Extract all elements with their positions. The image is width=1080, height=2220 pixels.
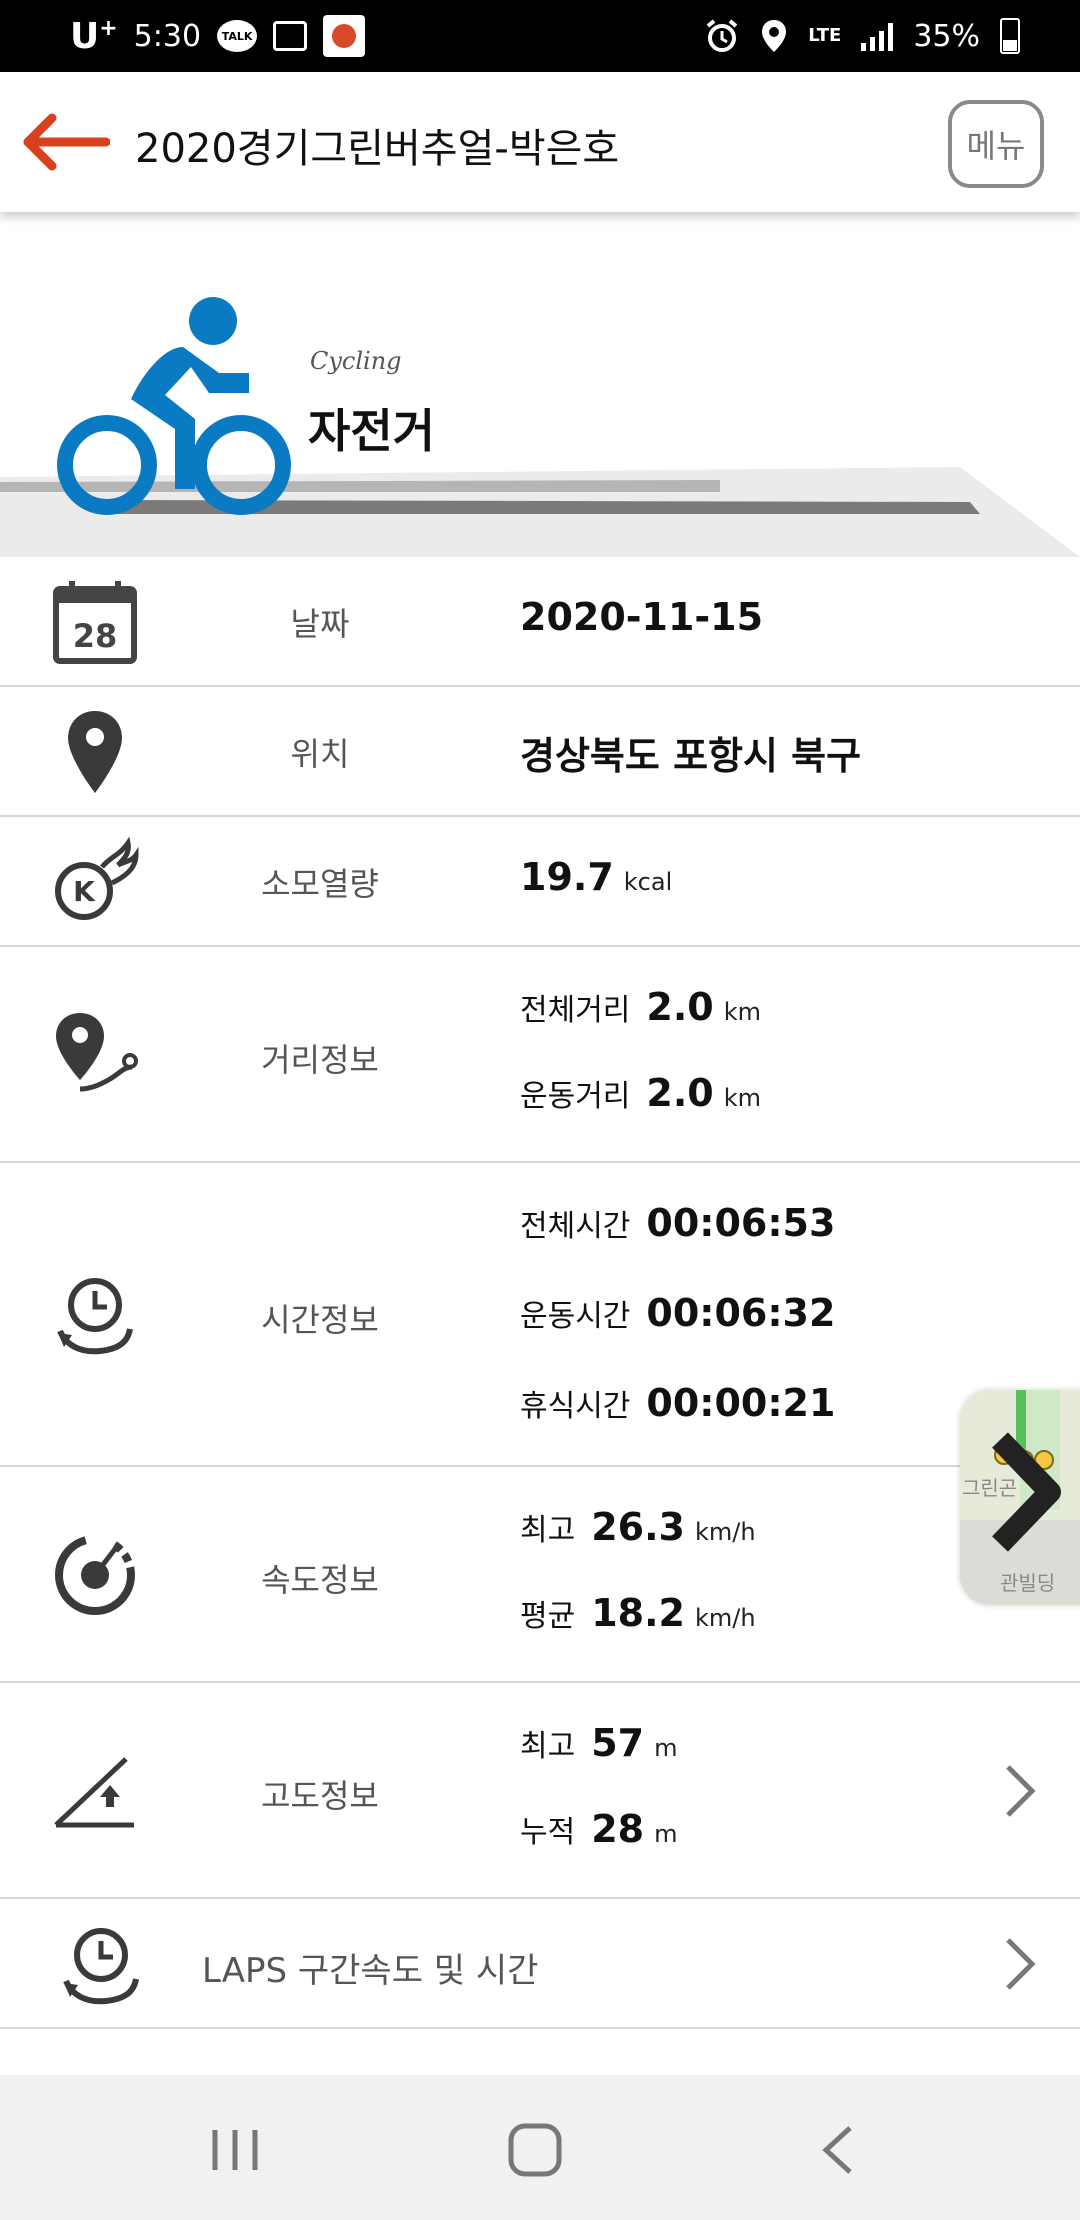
speed-label: 속도정보 — [261, 1561, 379, 1599]
altitude-label: 고도정보 — [261, 1777, 379, 1815]
svg-text:28: 28 — [73, 617, 118, 655]
kakaotalk-icon: TALK — [217, 20, 258, 52]
activity-subtitle: Cycling — [310, 347, 402, 375]
laps-row[interactable]: LAPS 구간속도 및 시간 — [0, 1899, 1080, 2029]
chevron-right-icon — [1006, 1938, 1036, 1990]
back-nav-icon[interactable] — [810, 2120, 870, 2180]
date-row: 28 날짜 2020-11-15 — [0, 557, 1080, 687]
battery-icon — [1000, 18, 1020, 54]
page-title: 2020경기그린버추얼-박은호 — [135, 126, 620, 172]
svg-text:K: K — [73, 875, 96, 908]
cycling-icon — [57, 297, 291, 515]
svg-text:그린곤: 그린곤 — [962, 1476, 1017, 1500]
status-bar: U+ 5:30 TALK LTE 35% — [0, 0, 1080, 72]
activity-title: 자전거 — [308, 404, 435, 458]
status-time: 5:30 — [133, 18, 202, 54]
location-icon — [762, 20, 787, 52]
svg-text:관빌딩: 관빌딩 — [1000, 1571, 1055, 1595]
distance-label: 거리정보 — [261, 1041, 379, 1079]
distance-row: 거리정보 전체거리 2.0 km 운동거리 2.0 km — [0, 947, 1080, 1163]
speedometer-icon — [55, 1535, 135, 1615]
max-altitude: 최고 57 m — [520, 1721, 678, 1765]
app-notification-icon — [323, 15, 366, 57]
total-time: 전체시간 00:06:53 — [520, 1201, 836, 1245]
calendar-icon: 28 — [53, 581, 137, 664]
network-type: LTE — [808, 25, 842, 46]
activity-info-list: 28 날짜 2020-11-15 위치 경상북도 포항시 북구 K 소모열량 1… — [0, 557, 1080, 2089]
gallery-icon — [273, 21, 308, 51]
distance-route-icon — [56, 1013, 138, 1092]
recent-apps-icon[interactable] — [205, 2120, 265, 2180]
exercise-distance: 운동거리 2.0 km — [520, 1071, 762, 1115]
date-label: 날짜 — [290, 605, 350, 643]
app-bar: 2020경기그린버추얼-박은호 메뉴 — [0, 72, 1080, 212]
calorie-flame-icon: K — [55, 837, 139, 920]
time-row: 시간정보 전체시간 00:06:53 운동시간 00:06:32 휴식시간 00:00… — [0, 1163, 1080, 1467]
laps-stopwatch-icon — [63, 1928, 139, 2005]
calories-row: K 소모열량 19.7 kcal — [0, 817, 1080, 947]
cumulative-altitude: 누적 28 m — [520, 1807, 678, 1851]
total-distance: 전체거리 2.0 km — [520, 985, 762, 1029]
alarm-icon — [706, 19, 738, 52]
speed-row: 속도정보 최고 26.3 km/h 평균 18.2 km/h — [0, 1467, 1080, 1683]
avg-speed: 평균 18.2 km/h — [520, 1591, 756, 1635]
activity-header: Cycling 자전거 — [0, 212, 1080, 557]
laps-label: LAPS 구간속도 및 시간 — [202, 1951, 539, 1991]
status-left: U+ 5:30 TALK — [70, 14, 366, 58]
time-label: 시간정보 — [261, 1301, 379, 1339]
location-label: 위치 — [290, 735, 350, 773]
system-nav-bar — [0, 2075, 1080, 2220]
calories-value: 19.7 kcal — [520, 855, 673, 899]
rest-time: 휴식시간 00:00:21 — [520, 1381, 836, 1425]
back-button[interactable] — [20, 112, 111, 172]
exercise-time: 운동시간 00:06:32 — [520, 1291, 836, 1335]
carrier-label: U+ — [70, 15, 118, 57]
map-view-button[interactable]: 그린곤 관빌딩 — [960, 1390, 1080, 1605]
signal-icon — [861, 21, 894, 51]
location-row: 위치 경상북도 포항시 북구 — [0, 687, 1080, 817]
map-pin-icon — [68, 711, 122, 793]
menu-button[interactable]: 메뉴 — [948, 100, 1044, 188]
max-speed: 최고 26.3 km/h — [520, 1505, 756, 1549]
date-value: 2020-11-15 — [520, 595, 764, 639]
calories-label: 소모열량 — [261, 865, 379, 903]
stopwatch-icon — [57, 1278, 133, 1355]
location-value: 경상북도 포항시 북구 — [520, 734, 862, 778]
altitude-slope-icon — [54, 1757, 134, 1828]
altitude-row[interactable]: 고도정보 최고 57 m 누적 28 m — [0, 1683, 1080, 1899]
home-icon[interactable] — [505, 2120, 565, 2180]
chevron-right-icon — [1006, 1765, 1036, 1817]
status-right: LTE 35% — [704, 14, 1020, 58]
battery-percent: 35% — [913, 18, 980, 54]
back-arrow-icon — [23, 113, 111, 171]
map-thumbnail: 그린곤 관빌딩 — [960, 1390, 1080, 1605]
